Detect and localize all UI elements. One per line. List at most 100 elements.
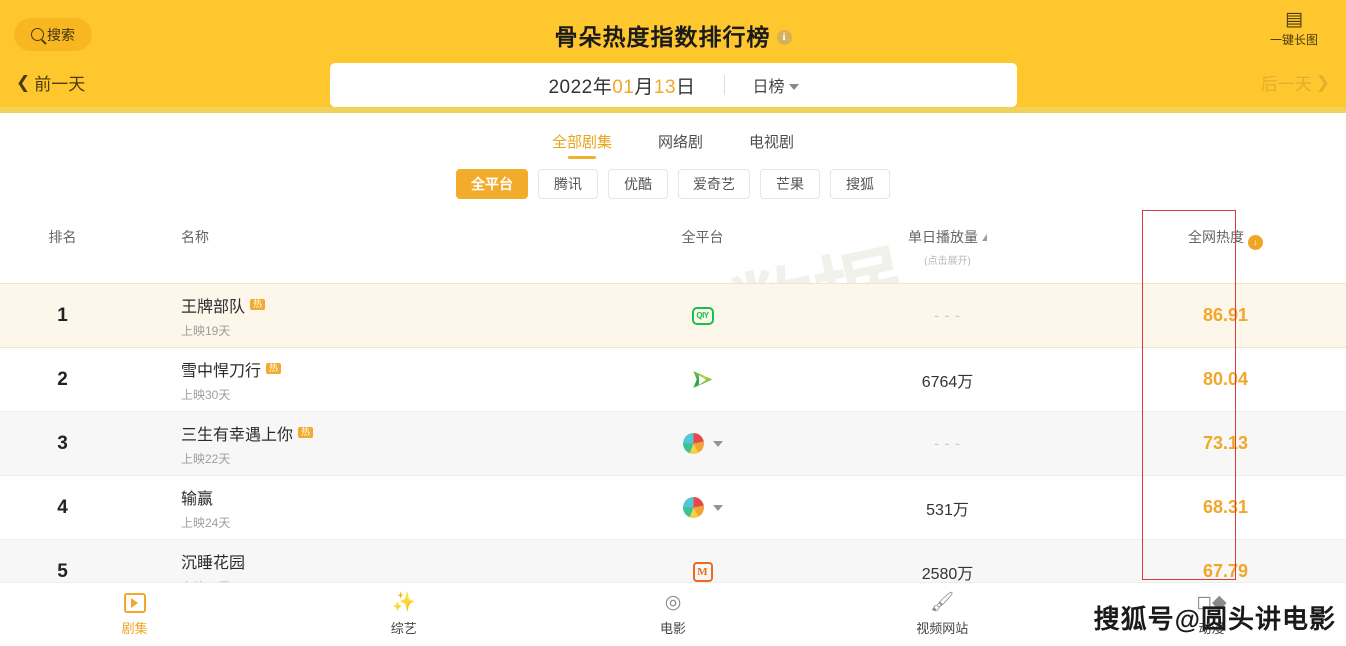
chevron-down-icon[interactable] <box>712 504 723 511</box>
platform-filter-mango[interactable]: 芒果 <box>760 169 820 199</box>
plays-value: - - - <box>934 434 961 451</box>
column-header-platform[interactable]: 全平台 <box>615 217 790 284</box>
bottom-nav-item-series[interactable]: 剧集 <box>0 592 269 637</box>
cell-platform <box>615 475 790 540</box>
cell-name[interactable]: 输赢 上映24天 <box>125 475 615 540</box>
date-day: 13 <box>653 76 677 98</box>
platform-filter-all[interactable]: 全平台 <box>456 169 528 199</box>
next-day-button[interactable]: 后一天 ❯ <box>1261 70 1330 95</box>
sort-arrow-icon[interactable] <box>982 234 987 241</box>
hot-tag-badge: 热 <box>250 298 266 311</box>
name-line: 雪中悍刀行 热 <box>181 357 615 381</box>
tab-web-series[interactable]: 网络剧 <box>658 131 703 157</box>
column-header-heat[interactable]: 全网热度 ↓ <box>1105 217 1346 284</box>
selected-date: 2022年01月13日 <box>548 72 695 99</box>
rank-period-label: 日榜 <box>752 79 785 96</box>
tab-label: 网络剧 <box>657 134 703 151</box>
bottom-nav-item-video-sites[interactable]: 🖌 视频网站 <box>808 592 1077 637</box>
platform-icons <box>615 433 790 454</box>
table-body: 1 王牌部队 热 上映19天 QIY - - - 86.91 2 雪中悍刀行 热… <box>0 283 1346 604</box>
chevron-left-icon: ❮ <box>16 72 31 92</box>
column-header-plays[interactable]: 单日播放量 (点击展开) <box>790 217 1105 284</box>
cell-heat: 73.13 <box>1105 411 1346 476</box>
column-header-rank[interactable]: 排名 <box>0 217 125 284</box>
platform-icons: M <box>615 561 790 582</box>
hot-tag-badge: 热 <box>298 426 314 439</box>
column-header-heat-label: 全网热度 <box>1188 229 1244 245</box>
platform-filter-youku[interactable]: 优酷 <box>608 169 668 199</box>
cell-rank: 2 <box>0 347 125 412</box>
youku-icon[interactable] <box>692 369 714 391</box>
date-selector[interactable]: 2022年01月13日 日榜 <box>330 63 1017 107</box>
page-header: 搜索 骨朵热度指数排行榜 i ▤ 一键长图 ❮ 前一天 后一天 ❯ 2022年0… <box>0 0 1346 113</box>
airing-days: 上映19天 <box>181 323 231 338</box>
tab-tv-series[interactable]: 电视剧 <box>749 131 794 157</box>
table-header-row: 排名 名称 全平台 单日播放量 (点击展开) 全网热度 ↓ <box>0 217 1346 284</box>
airing-days: 上映24天 <box>181 515 231 530</box>
cell-heat: 80.04 <box>1105 347 1346 412</box>
tab-label: 电视剧 <box>749 134 795 151</box>
prev-day-label: 前一天 <box>34 75 86 94</box>
cell-name[interactable]: 雪中悍刀行 热 上映30天 <box>125 347 615 412</box>
date-month-unit: 月 <box>634 76 654 98</box>
long-image-label: 一键长图 <box>1269 33 1318 47</box>
category-tabs: 全部剧集 网络剧 电视剧 <box>0 113 1346 157</box>
column-header-plays-label: 单日播放量 <box>908 229 978 245</box>
bottom-nav-label: 电影 <box>660 620 687 636</box>
rank-period-dropdown[interactable]: 日榜 <box>753 73 799 97</box>
table-row[interactable]: 2 雪中悍刀行 热 上映30天 6764万 80.04 <box>0 347 1346 412</box>
name-line: 三生有幸遇上你 热 <box>181 421 615 445</box>
ranking-table: 排名 名称 全平台 单日播放量 (点击展开) 全网热度 ↓ 1 王牌部队 热 上… <box>0 217 1346 604</box>
cell-rank: 3 <box>0 411 125 476</box>
platform-filter-sohu[interactable]: 搜狐 <box>830 169 890 199</box>
table-row[interactable]: 3 三生有幸遇上你 热 上映22天 - - - 73.13 <box>0 411 1346 476</box>
date-year: 2022年 <box>548 76 613 98</box>
cell-heat: 68.31 <box>1105 475 1346 540</box>
platform-icons <box>615 497 790 518</box>
bottom-nav-item-variety[interactable]: ✨ 综艺 <box>269 592 538 637</box>
platform-icons: QIY <box>615 306 790 325</box>
chevron-down-icon <box>788 83 799 90</box>
mango-icon[interactable]: M <box>692 561 713 582</box>
column-header-plays-sub: (点击展开) <box>924 256 971 267</box>
airing-days: 上映30天 <box>181 387 231 402</box>
cell-platform <box>615 411 790 476</box>
chevron-down-icon[interactable] <box>712 440 723 447</box>
cell-platform <box>615 347 790 412</box>
table-row[interactable]: 4 输赢 上映24天 531万 68.31 <box>0 475 1346 540</box>
prev-day-button[interactable]: ❮ 前一天 <box>16 70 85 95</box>
long-image-icon: ▤ <box>1285 9 1303 30</box>
bottom-nav-item-movie[interactable]: ◎ 电影 <box>538 592 807 637</box>
series-title: 三生有幸遇上你 <box>181 426 294 444</box>
info-icon[interactable]: i <box>776 29 792 45</box>
series-title: 王牌部队 <box>181 298 246 316</box>
platform-filter-tencent[interactable]: 腾讯 <box>538 169 598 199</box>
tab-all-series[interactable]: 全部剧集 <box>552 131 612 157</box>
table-row[interactable]: 1 王牌部队 热 上映19天 QIY - - - 86.91 <box>0 283 1346 348</box>
date-month: 01 <box>612 76 635 98</box>
date-day-unit: 日 <box>676 76 696 98</box>
platform-filter-label: 全平台 <box>471 176 513 192</box>
sort-desc-badge-icon[interactable]: ↓ <box>1248 234 1263 250</box>
cell-name[interactable]: 三生有幸遇上你 热 上映22天 <box>125 411 615 476</box>
cell-plays: - - - <box>790 411 1105 476</box>
hot-tag-badge: 热 <box>266 362 282 375</box>
platform-icons <box>615 369 790 391</box>
multi-platform-icon[interactable] <box>682 433 704 454</box>
iqiyi-icon[interactable]: QIY <box>691 306 714 325</box>
page-title: 骨朵热度指数排行榜 <box>554 24 771 50</box>
platform-filter-iqiyi[interactable]: 爱奇艺 <box>678 169 750 199</box>
cell-name[interactable]: 王牌部队 热 上映19天 <box>125 283 615 348</box>
cell-plays: 531万 <box>790 475 1105 540</box>
bottom-nav-label: 视频网站 <box>916 620 969 636</box>
bottom-nav-label: 剧集 <box>121 620 148 636</box>
overlay-watermark: 搜狐号@圆头讲电影 <box>1093 604 1336 634</box>
name-line: 王牌部队 热 <box>181 293 615 317</box>
platform-filter-label: 腾讯 <box>554 176 582 192</box>
long-image-button[interactable]: ▤ 一键长图 <box>1270 10 1318 48</box>
platform-filter-label: 搜狐 <box>846 176 874 192</box>
column-header-name[interactable]: 名称 <box>125 217 615 284</box>
series-title: 沉睡花园 <box>181 554 246 572</box>
multi-platform-icon[interactable] <box>682 497 704 518</box>
table-head: 排名 名称 全平台 单日播放量 (点击展开) 全网热度 ↓ <box>0 217 1346 284</box>
